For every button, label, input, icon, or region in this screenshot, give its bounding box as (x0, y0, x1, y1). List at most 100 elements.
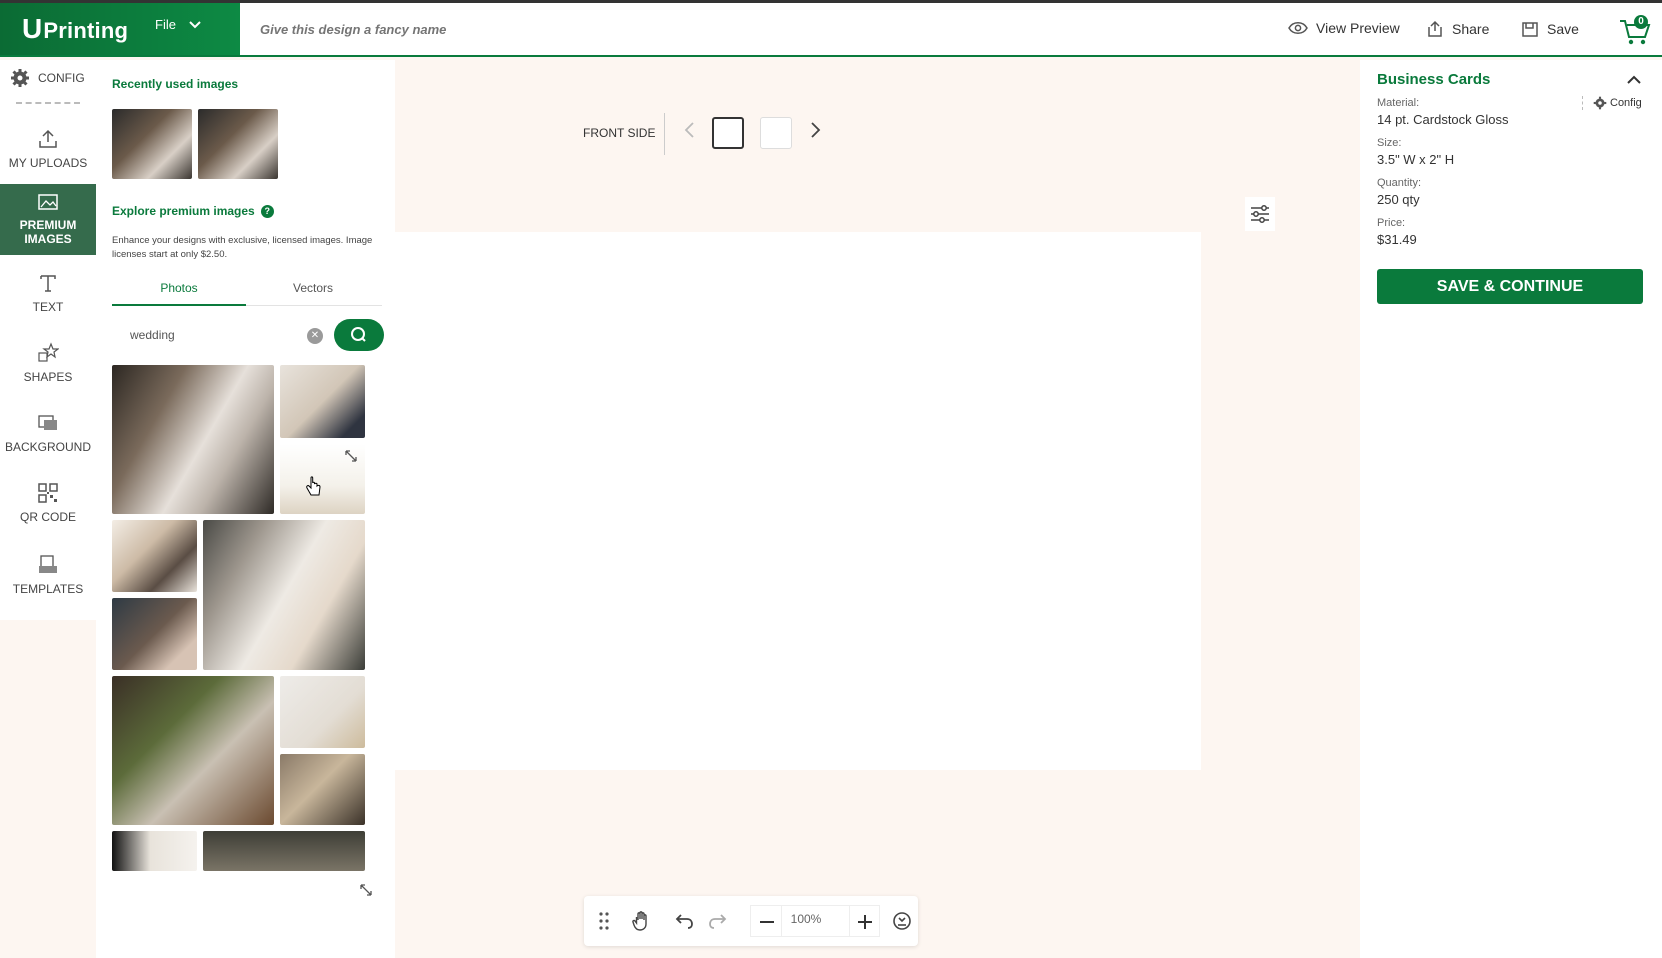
image-result[interactable] (280, 676, 365, 748)
recent-image-thumbnail[interactable] (112, 109, 192, 179)
nav-my-uploads-label: MY UPLOADS (8, 156, 88, 170)
uprinting-logo[interactable]: UPrinting File (0, 3, 240, 55)
file-menu-button[interactable]: File (155, 17, 202, 32)
resize-panel-icon[interactable] (360, 884, 372, 896)
undo-icon[interactable] (672, 909, 696, 933)
cart-button[interactable]: 0 (1618, 15, 1652, 47)
templates-icon (39, 555, 57, 573)
nav-background[interactable]: BACKGROUND (0, 406, 96, 466)
zoom-out-icon[interactable] (755, 910, 779, 934)
nav-background-label: BACKGROUND (4, 440, 91, 454)
config-link-label: Config (1610, 97, 1642, 109)
nav-config[interactable]: CONFIG (10, 68, 85, 88)
image-result[interactable] (203, 831, 365, 871)
image-result[interactable] (112, 831, 197, 871)
front-side-thumbnail[interactable] (712, 117, 744, 149)
nav-templates-label: TEMPLATES (12, 582, 84, 596)
zoom-level[interactable]: 100% (784, 912, 828, 926)
expand-icon[interactable] (345, 450, 357, 462)
nav-qr-code[interactable]: QR CODE (0, 476, 96, 536)
side-label: FRONT SIDE (583, 126, 656, 140)
premium-images-description: Enhance your designs with exclusive, lic… (112, 235, 373, 260)
image-result[interactable] (280, 754, 365, 825)
image-result[interactable] (112, 598, 197, 670)
nav-config-label: CONFIG (38, 71, 85, 85)
image-search: ✕ (112, 318, 384, 352)
product-title: Business Cards (1377, 71, 1491, 88)
logo-text: UPrinting (22, 13, 129, 44)
left-nav: CONFIG MY UPLOADS PREMIUM IMAGES TEXT SH… (0, 60, 96, 620)
chevron-left-icon[interactable] (680, 120, 700, 140)
chevron-down-icon (189, 20, 201, 28)
search-button[interactable] (334, 319, 384, 351)
tab-photos[interactable]: Photos (112, 270, 246, 306)
eye-icon (1288, 22, 1308, 34)
save-button[interactable]: Save (1521, 20, 1579, 38)
image-result[interactable] (112, 365, 274, 514)
adjust-settings-button[interactable] (1245, 197, 1275, 231)
share-label: Share (1452, 21, 1490, 37)
image-result[interactable] (280, 444, 365, 514)
save-icon (1522, 22, 1538, 37)
chevron-right-icon[interactable] (805, 120, 825, 140)
file-label: File (155, 17, 176, 32)
recent-image-thumbnail[interactable] (198, 109, 278, 179)
view-preview-button[interactable]: View Preview (1288, 20, 1400, 36)
material-value: 14 pt. Cardstock Gloss (1377, 112, 1509, 127)
upload-icon (39, 129, 57, 148)
pan-hand-icon[interactable] (630, 909, 654, 933)
order-summary-panel: Business Cards Config Material: 14 pt. C… (1360, 60, 1662, 958)
nav-shapes[interactable]: SHAPES (0, 336, 96, 396)
config-link[interactable]: Config (1582, 96, 1642, 110)
nav-premium-images-label-1: PREMIUM (19, 218, 77, 232)
nav-qr-code-label: QR CODE (19, 510, 76, 524)
nav-text[interactable]: TEXT (0, 266, 96, 326)
nav-shapes-label: SHAPES (23, 370, 73, 384)
clear-search-icon[interactable]: ✕ (307, 328, 323, 344)
sliders-icon (1251, 205, 1269, 223)
canvas-toolbar (584, 896, 918, 946)
tab-vectors[interactable]: Vectors (246, 270, 380, 306)
image-result[interactable] (112, 520, 197, 592)
shapes-icon (38, 342, 59, 362)
material-label: Material: (1377, 97, 1420, 109)
view-preview-label: View Preview (1316, 20, 1400, 36)
size-value: 3.5" W x 2" H (1377, 152, 1455, 167)
image-search-input[interactable] (112, 318, 322, 352)
image-icon (38, 194, 58, 210)
qr-code-icon (38, 483, 58, 503)
image-result[interactable] (280, 365, 365, 438)
back-side-thumbnail[interactable] (760, 117, 792, 149)
reset-view-icon[interactable] (890, 909, 914, 933)
drag-handle-icon[interactable] (592, 909, 616, 933)
side-divider (664, 113, 665, 155)
zoom-divider-right (849, 906, 850, 936)
background-icon (38, 415, 57, 430)
quantity-value: 250 qty (1377, 192, 1420, 207)
share-icon (1428, 20, 1442, 37)
image-result[interactable] (203, 520, 365, 670)
share-button[interactable]: Share (1426, 20, 1489, 38)
hand-pointer-icon (306, 476, 321, 496)
save-label: Save (1547, 21, 1579, 37)
help-icon[interactable]: ? (260, 204, 274, 218)
gear-icon (1593, 96, 1607, 110)
redo-icon[interactable] (706, 909, 730, 933)
nav-premium-images[interactable]: PREMIUM IMAGES (0, 184, 96, 255)
top-bar: UPrinting File View Preview Share Save 0 (0, 0, 1662, 57)
premium-images-panel: Recently used images Explore premium ima… (96, 60, 395, 958)
design-name-input[interactable] (260, 22, 660, 37)
nav-divider (16, 102, 80, 104)
size-label: Size: (1377, 137, 1402, 149)
search-icon (351, 327, 366, 342)
nav-templates[interactable]: TEMPLATES (0, 548, 96, 608)
save-and-continue-button[interactable]: SAVE & CONTINUE (1377, 269, 1643, 304)
image-result[interactable] (112, 676, 274, 825)
collapse-chevron-icon[interactable] (1626, 72, 1642, 88)
nav-premium-images-label-2: IMAGES (24, 232, 72, 246)
nav-my-uploads[interactable]: MY UPLOADS (0, 122, 96, 182)
recent-images-heading: Recently used images (112, 77, 239, 91)
premium-images-heading-text: Explore premium images (112, 204, 255, 218)
design-canvas[interactable] (395, 232, 1201, 770)
zoom-in-icon[interactable] (853, 910, 877, 934)
